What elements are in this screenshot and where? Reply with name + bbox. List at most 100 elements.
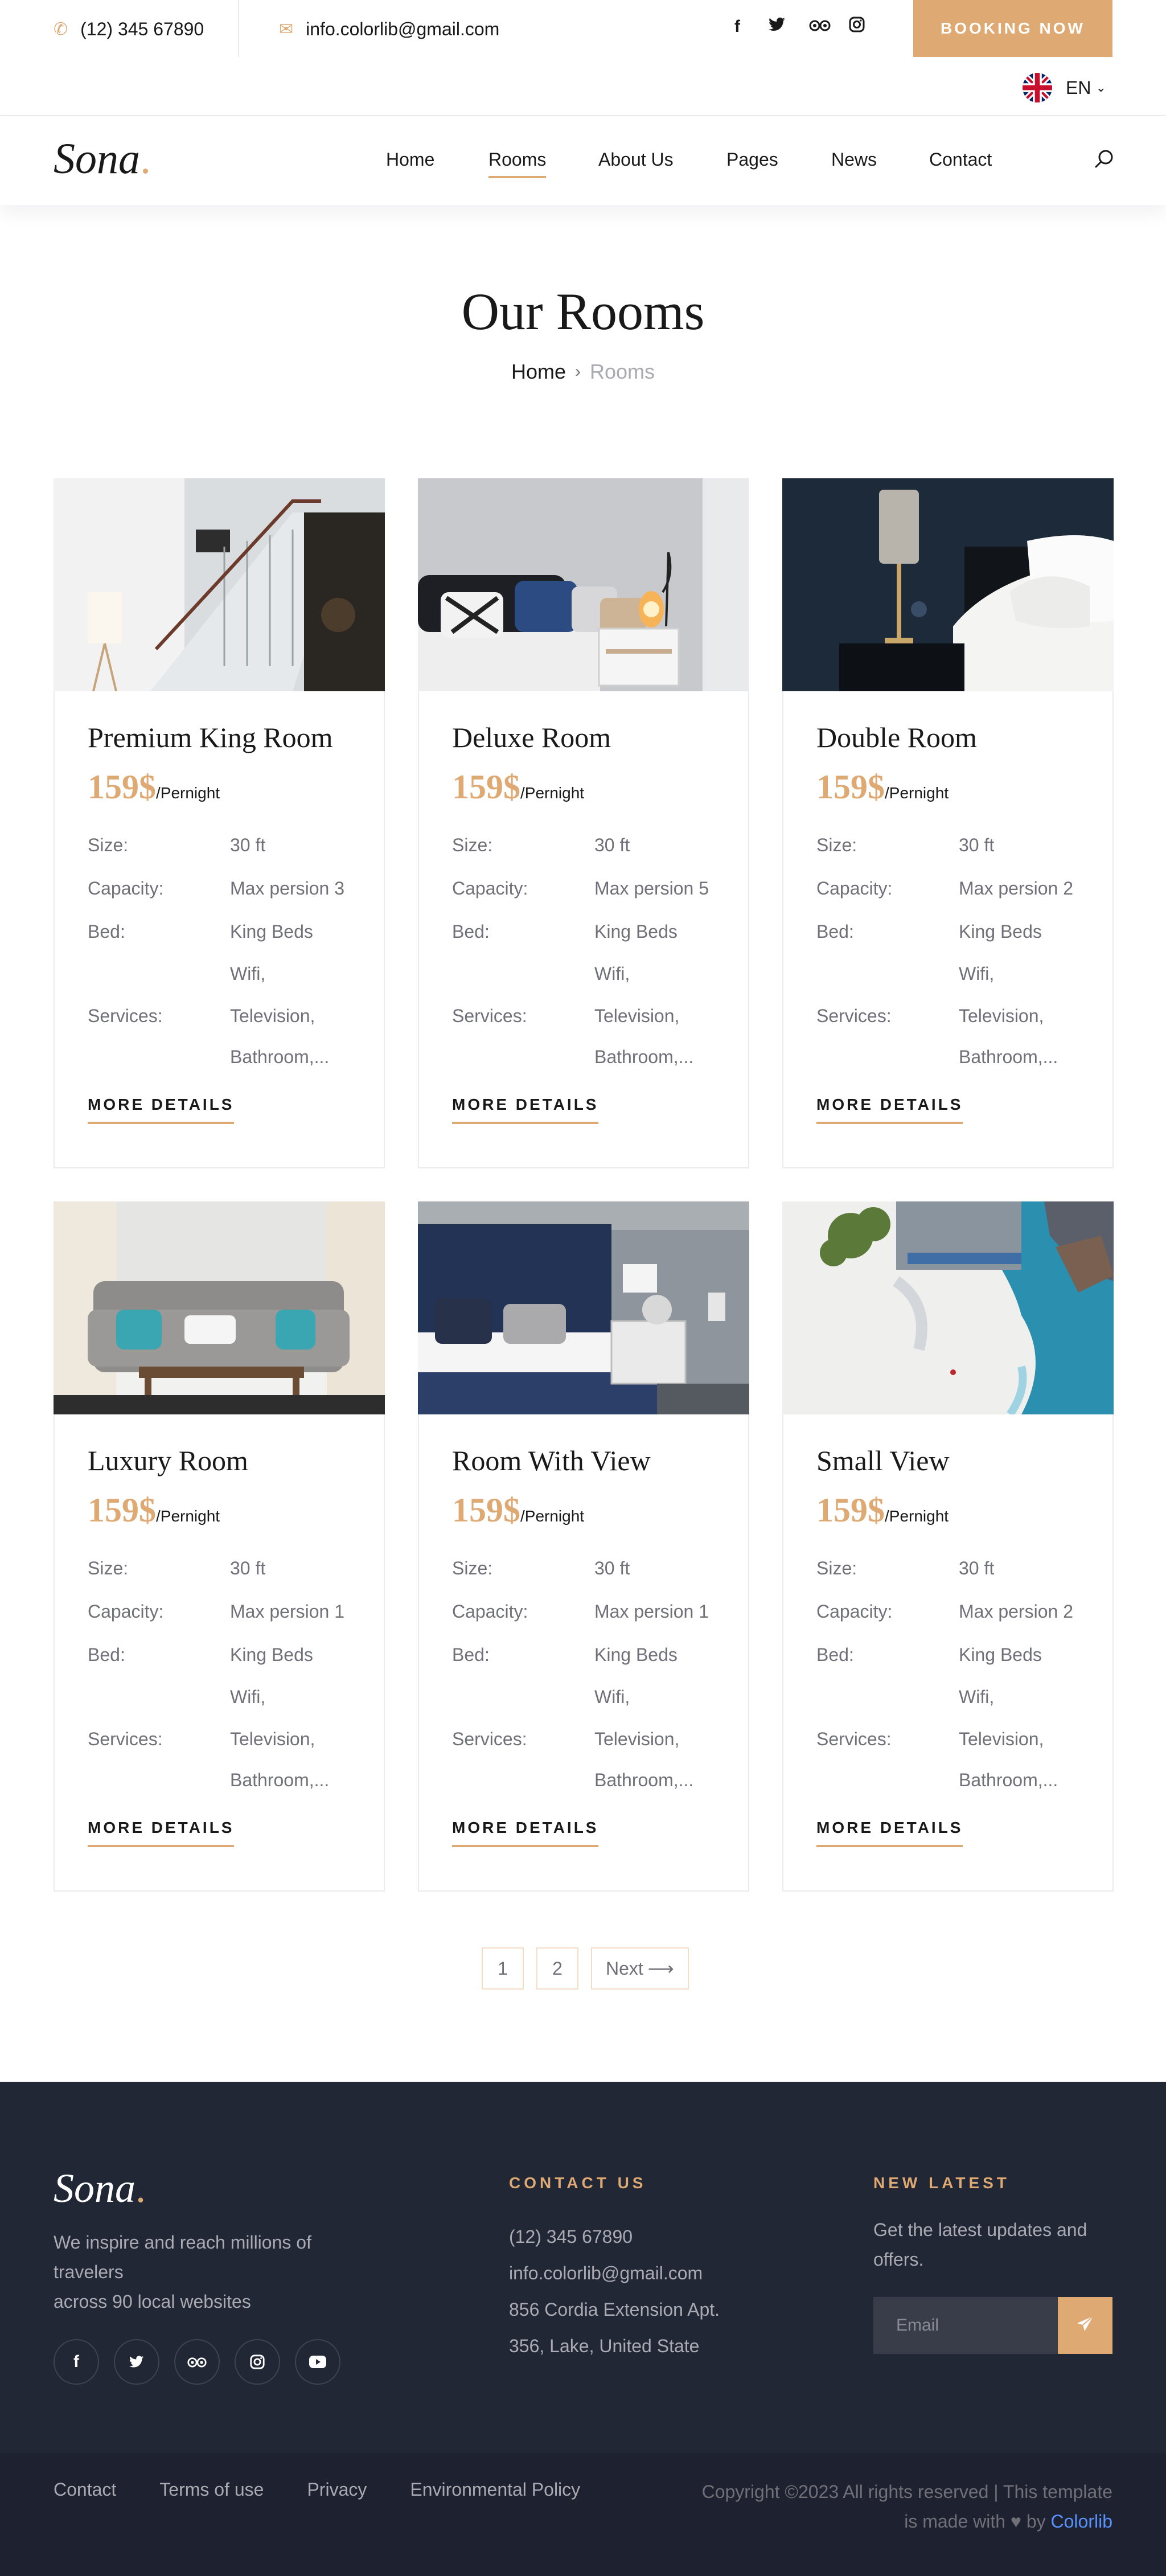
send-icon [1076,2315,1094,2336]
colorlib-link[interactable]: Colorlib [1051,2511,1112,2532]
room-card: Room With View 159$/Pernight Size: 30 ft Cap… [418,1201,749,1892]
room-spec-label: Capacity: [88,878,164,899]
facebook-icon[interactable]: f [729,17,746,36]
room-spec-label: Bed: [452,921,490,942]
room-spec-label: Services: [816,1006,892,1026]
room-name: Luxury Room [88,1445,248,1476]
room-spec-label: Services: [88,1006,163,1026]
room-service-item: Bathroom,... [594,1047,694,1067]
per-night-label: /Pernight [885,784,949,802]
site-logo[interactable]: Sona. [54,134,151,184]
top-email[interactable]: ✉ info.colorlib@gmail.com [279,17,499,41]
nav-rooms[interactable]: Rooms [488,149,547,178]
footer-news-heading: NEW LATEST [873,2174,1010,2192]
footer-link-contact[interactable]: Contact [54,2479,116,2500]
room-price: 159$/Pernight [88,1491,220,1530]
footer-description: We inspire and reach millions of travele… [54,2228,350,2316]
room-spec-label: Size: [816,835,857,855]
room-photo[interactable] [782,478,1114,691]
room-photo[interactable] [54,1201,385,1414]
footer-link-environmental[interactable]: Environmental Policy [410,2479,580,2500]
room-spec-value: King Beds [594,1644,678,1665]
page-1-button[interactable]: 1 [482,1947,524,1990]
room-spec-label: Bed: [88,921,125,942]
arrow-right-icon: ⟶ [647,1958,674,1979]
room-spec-value: 30 ft [230,1558,266,1578]
room-service-item: Wifi, [230,963,266,984]
nav-about-us[interactable]: About Us [598,149,674,170]
footer-desc-line: We inspire and reach millions of [54,2232,311,2253]
nav-contact[interactable]: Contact [929,149,992,170]
language-selector[interactable]: EN ⌄ [1023,73,1106,102]
footer-logo-dot: . [136,2165,146,2211]
room-service-item: Bathroom,... [959,1047,1058,1067]
facebook-icon[interactable]: f [54,2339,99,2385]
copyright-line-1: Copyright ©2023 All rights reserved | Th… [701,2481,1112,2502]
footer-link-terms[interactable]: Terms of use [159,2479,264,2500]
room-photo[interactable] [418,478,749,691]
room-spec-label: Bed: [816,1644,854,1665]
more-details-link[interactable]: MORE DETAILS [816,1096,963,1124]
room-spec-label: Capacity: [452,878,528,899]
room-spec-value: Max persion 5 [594,878,709,899]
room-service-item: Bathroom,... [594,1770,694,1790]
top-phone-text: (12) 345 67890 [80,18,204,39]
room-price: 159$/Pernight [88,768,220,807]
room-spec-label: Services: [452,1729,527,1749]
room-spec-value: Max persion 2 [959,878,1073,899]
room-spec-label: Capacity: [88,1601,164,1622]
room-card: Double Room 159$/Pernight Size: 30 ft Capaci… [782,478,1114,1168]
newsletter-email-input[interactable]: Email [873,2297,1058,2354]
nav-pages[interactable]: Pages [726,149,778,170]
tripadvisor-icon[interactable] [174,2339,220,2385]
room-name: Deluxe Room [452,721,611,753]
room-spec-value: King Beds [959,1644,1042,1665]
more-details-link[interactable]: MORE DETAILS [88,1819,235,1847]
mail-icon: ✉ [279,19,294,39]
youtube-icon[interactable] [295,2339,340,2385]
room-spec-label: Size: [88,835,129,855]
twitter-icon[interactable] [114,2339,159,2385]
room-service-item: Television, [230,1006,315,1026]
instagram-icon[interactable] [848,16,865,38]
room-price: 159$/Pernight [816,768,949,807]
twitter-icon[interactable] [769,17,786,36]
nav-home[interactable]: Home [386,149,434,170]
more-details-link[interactable]: MORE DETAILS [88,1096,235,1124]
room-card: Small View 159$/Pernight Size: 30 ft Capacit… [782,1201,1114,1892]
footer-logo[interactable]: Sona. [54,2165,146,2212]
room-service-item: Television, [594,1006,680,1026]
footer-email[interactable]: info.colorlib@gmail.com [509,2255,720,2291]
breadcrumb-home[interactable]: Home [511,360,566,384]
room-service-item: Television, [230,1729,315,1749]
footer-address-1: 856 Cordia Extension Apt. [509,2299,720,2320]
search-icon[interactable] [1093,148,1116,171]
uk-flag-icon [1023,73,1052,102]
more-details-link[interactable]: MORE DETAILS [816,1819,963,1847]
page-2-button[interactable]: 2 [536,1947,578,1990]
more-details-link[interactable]: MORE DETAILS [452,1819,599,1847]
next-page-button[interactable]: Next ⟶ [591,1947,689,1990]
nav-news[interactable]: News [831,149,877,170]
footer-link-privacy[interactable]: Privacy [307,2479,367,2500]
tripadvisor-icon[interactable] [808,17,831,36]
footer-socials: f [54,2339,340,2385]
booking-now-button[interactable]: BOOKING NOW [913,0,1112,57]
newsletter-submit-button[interactable] [1058,2297,1112,2354]
room-spec-value: 30 ft [594,1558,630,1578]
next-label: Next [606,1958,643,1979]
room-price: 159$/Pernight [816,1491,949,1530]
more-details-link[interactable]: MORE DETAILS [452,1096,599,1124]
room-service-item: Bathroom,... [230,1047,330,1067]
room-photo[interactable] [782,1201,1114,1414]
instagram-icon[interactable] [235,2339,280,2385]
per-night-label: /Pernight [520,784,585,802]
footer-phone[interactable]: (12) 345 67890 [509,2218,720,2255]
top-phone[interactable]: ✆ (12) 345 67890 [54,17,204,41]
room-photo[interactable] [418,1201,749,1414]
room-spec-label: Services: [88,1729,163,1749]
room-photo[interactable] [54,478,385,691]
room-service-item: Bathroom,... [959,1770,1058,1790]
footer-logo-text: Sona [54,2165,136,2211]
logo-text: Sona [54,135,140,183]
